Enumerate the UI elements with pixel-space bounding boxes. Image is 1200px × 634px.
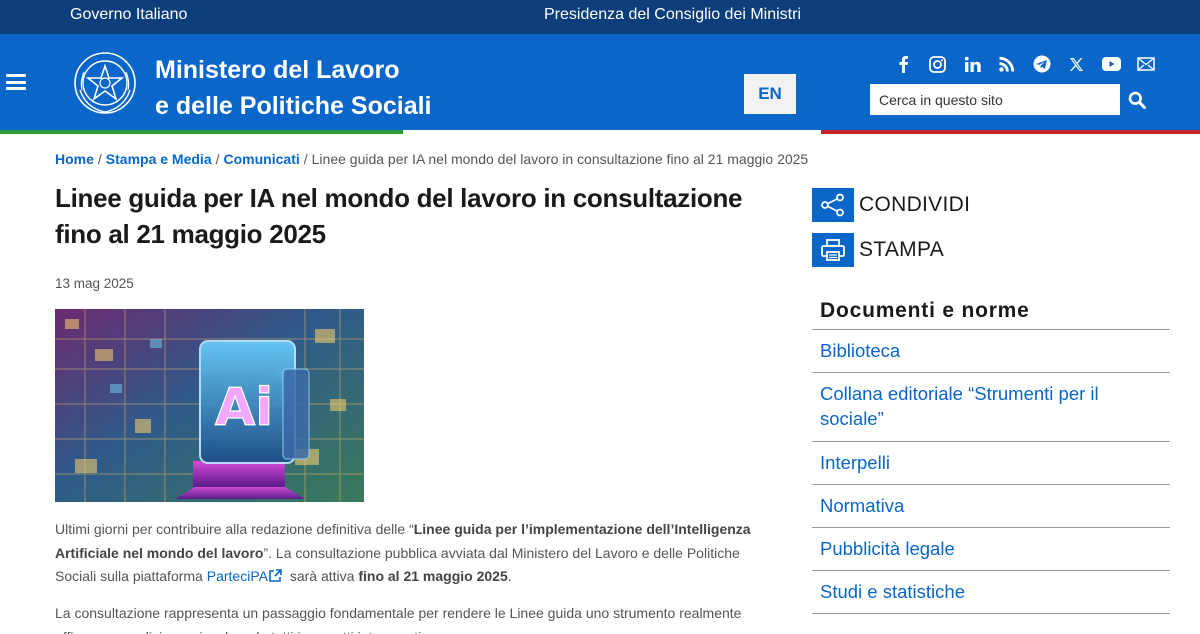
p1-bold-date: fino al 21 maggio 2025: [358, 568, 508, 584]
share-label: CONDIVIDI: [859, 193, 971, 216]
page-title: Linee guida per IA nel mondo del lavoro …: [55, 183, 743, 249]
breadcrumb: Home / Stampa e Media / Comunicati / Linee gui…: [55, 151, 809, 167]
site-header: Ministero del Lavoro e delle Politiche S…: [0, 34, 1200, 130]
docs-section-title: Documenti e norme: [820, 299, 1030, 322]
p1-text-a: Ultimi giorni per contribuire alla redaz…: [55, 521, 414, 537]
share-action[interactable]: CONDIVIDI: [812, 188, 970, 222]
menu-icon[interactable]: [6, 74, 26, 90]
docs-list: Biblioteca Collana editoriale “Strumenti…: [812, 329, 1170, 614]
telegram-icon[interactable]: [1032, 54, 1052, 74]
article-paragraph-2: La consultazione rappresenta un passaggi…: [55, 605, 742, 634]
top-bar: Governo Italiano Presidenza del Consigli…: [0, 0, 1200, 34]
presidenza-link[interactable]: Presidenza del Consiglio dei Ministri: [544, 6, 801, 24]
governo-italiano-link[interactable]: Governo Italiano: [70, 6, 187, 24]
docs-item-pubblicita-legale[interactable]: Pubblicità legale: [812, 528, 1170, 571]
x-icon[interactable]: [1066, 54, 1086, 74]
share-icon: [812, 188, 854, 222]
search-button[interactable]: [1120, 84, 1154, 115]
brand-line-1: Ministero del Lavoro: [155, 56, 400, 84]
print-icon: [812, 233, 854, 267]
article-paragraph-1: Ultimi giorni per contribuire alla redaz…: [55, 518, 775, 589]
breadcrumb-home[interactable]: Home: [55, 151, 94, 167]
print-action[interactable]: STAMPA: [812, 233, 944, 267]
print-label: STAMPA: [859, 238, 945, 261]
docs-item-studi-e-statistiche[interactable]: Studi e statistiche: [812, 571, 1170, 614]
external-link-icon: [269, 569, 282, 582]
search-input[interactable]: [870, 84, 1120, 115]
p1-text-d: sarà attiva: [285, 568, 359, 584]
search-icon: [1128, 91, 1146, 109]
breadcrumb-stampa-e-media[interactable]: Stampa e Media: [106, 151, 212, 167]
svg-text:Ai: Ai: [215, 378, 273, 438]
p1-text-f: .: [507, 568, 512, 584]
flag-stripe: [0, 130, 1200, 134]
site-brand[interactable]: Ministero del Lavoro e delle Politiche S…: [155, 52, 432, 124]
brand-line-2: e delle Politiche Sociali: [155, 92, 432, 120]
article-image: Ai: [55, 309, 364, 502]
breadcrumb-current: Linee guida per IA nel mondo del lavoro …: [311, 151, 809, 167]
mail-icon[interactable]: [1136, 54, 1156, 74]
docs-item-normativa[interactable]: Normativa: [812, 485, 1170, 528]
emblem-logo[interactable]: [72, 50, 138, 116]
rss-icon[interactable]: [997, 54, 1017, 74]
social-links: [893, 54, 1171, 74]
docs-item-collana-editoriale[interactable]: Collana editoriale “Strumenti per il soc…: [812, 373, 1170, 442]
language-en-button[interactable]: EN: [744, 74, 796, 114]
docs-item-biblioteca[interactable]: Biblioteca: [812, 330, 1170, 373]
youtube-icon[interactable]: [1101, 54, 1121, 74]
partecipa-link[interactable]: ParteciPA: [207, 568, 268, 584]
linkedin-icon[interactable]: [962, 54, 982, 74]
facebook-icon[interactable]: [893, 54, 913, 74]
breadcrumb-comunicati[interactable]: Comunicati: [224, 151, 300, 167]
article-date: 13 mag 2025: [55, 276, 134, 291]
instagram-icon[interactable]: [928, 54, 948, 74]
docs-item-interpelli[interactable]: Interpelli: [812, 442, 1170, 485]
